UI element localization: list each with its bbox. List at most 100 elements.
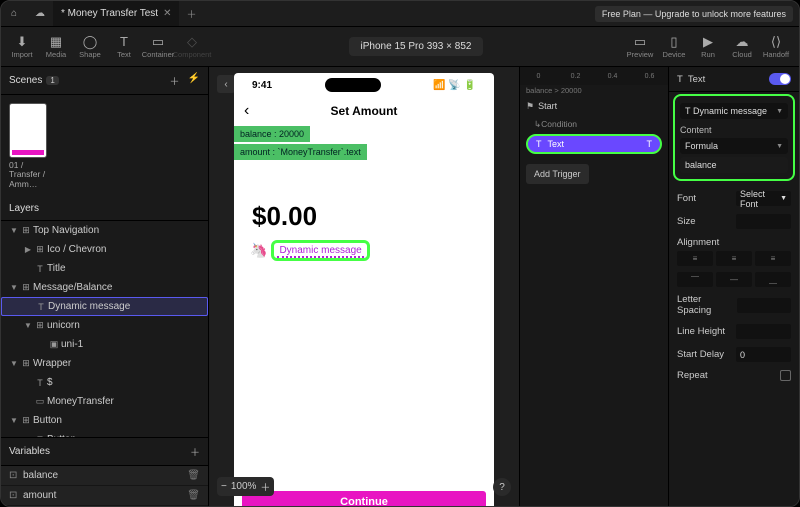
timeline-condition-row[interactable]: ↳ Condition [520, 116, 668, 132]
zoom-in-icon[interactable]: ＋ [260, 479, 270, 494]
layer-row[interactable]: ▼⊞Wrapper [1, 354, 208, 373]
alignment-label: Alignment [677, 237, 719, 248]
media-tool[interactable]: ▦Media [39, 34, 73, 59]
size-field: Size [669, 210, 799, 233]
line-height-input[interactable] [736, 324, 791, 339]
font-select[interactable]: Select Font▼ [736, 191, 791, 206]
continue-button[interactable]: Continue [242, 491, 486, 506]
handoff-icon: ⟨⟩ [771, 34, 781, 49]
layers-header: Layers [1, 197, 208, 221]
device-tool[interactable]: ▯Device [657, 34, 691, 59]
zoom-out-icon[interactable]: − [221, 481, 227, 492]
device-icon: ▯ [670, 34, 677, 49]
tab-document[interactable]: * Money Transfer Test ✕ [53, 1, 179, 26]
canvas[interactable]: ‹ ⊞ 9:41 📶 📡 🔋 ‹ Set Amount balance : 20… [209, 67, 519, 506]
new-tab-button[interactable]: ＋ [179, 6, 203, 21]
align-top-button[interactable]: ⎺ [677, 272, 713, 287]
layer-row[interactable]: T$ [1, 373, 208, 392]
dynamic-message-selection[interactable]: Dynamic message [271, 240, 369, 261]
close-icon[interactable]: ✕ [163, 8, 171, 19]
unicorn-icon: 🦄 [250, 242, 267, 259]
shape-icon: ◯ [83, 34, 98, 49]
delete-icon[interactable]: 🗑 [187, 470, 200, 481]
handoff-tool[interactable]: ⟨⟩Handoff [759, 34, 793, 59]
canvas-back-button[interactable]: ‹ [217, 75, 235, 93]
align-left-button[interactable]: ≡ [677, 251, 713, 266]
cloud-tool[interactable]: ☁Cloud [725, 34, 759, 59]
letter-spacing-input[interactable] [737, 298, 791, 313]
flag-icon: ⚑ [526, 101, 534, 112]
zoom-control[interactable]: − 100% ＋ [217, 477, 274, 496]
run-tool[interactable]: ▶Run [691, 34, 725, 59]
align-bottom-button[interactable]: ⎽ [755, 272, 791, 287]
formula-input[interactable]: balance [680, 157, 788, 173]
dynamic-message-text: Dynamic message [277, 245, 363, 258]
component-icon: ◇ [187, 34, 197, 49]
line-height-field: Line Height [669, 320, 799, 343]
bolt-icon[interactable]: ⚡ [188, 73, 200, 88]
repeat-checkbox[interactable] [780, 370, 791, 381]
text-icon: T [536, 139, 542, 149]
chevron-down-icon: ▼ [776, 108, 783, 115]
align-center-button[interactable]: ≡ [716, 251, 752, 266]
timeline-start-row[interactable]: ⚑Start [520, 96, 668, 116]
container-icon: ▭ [152, 34, 164, 49]
scenes-count: 1 [46, 76, 58, 85]
variable-row[interactable]: ⊡balance🗑 [1, 466, 208, 486]
layer-row[interactable]: ▼⊞Top Navigation [1, 221, 208, 240]
upgrade-banner[interactable]: Free Plan — Upgrade to unlock more featu… [595, 6, 793, 22]
chevron-down-icon: ▼ [780, 195, 787, 202]
size-input[interactable] [736, 214, 791, 229]
scene-thumb[interactable]: 01 / Transfer / Amm… [9, 103, 49, 189]
help-button[interactable]: ? [493, 478, 511, 496]
zoom-value: 100% [231, 481, 257, 492]
align-middle-button[interactable]: ― [716, 272, 752, 287]
cloud-icon: ☁ [27, 8, 53, 19]
back-chevron-icon[interactable]: ‹ [234, 102, 270, 120]
variable-row[interactable]: ⊡amount🗑 [1, 486, 208, 506]
preview-tool[interactable]: ▭Preview [623, 34, 657, 59]
layer-row[interactable]: TDynamic message [1, 297, 208, 316]
home-icon[interactable]: ⌂ [1, 8, 27, 19]
var-pill-amount: amount : `MoneyTransfer`.text [234, 144, 367, 160]
layers-tree: ▼⊞Top Navigation▶⊞Ico / ChevronTTitle▼⊞M… [1, 221, 208, 437]
font-field: FontSelect Font▼ [669, 187, 799, 210]
status-icons: 📶 📡 🔋 [433, 80, 476, 91]
variables-header: Variables ＋ [1, 438, 208, 466]
layer-row[interactable]: ▼⊞Message/Balance [1, 278, 208, 297]
timeline-text-action[interactable]: T Text T [526, 134, 662, 154]
text-icon: T [120, 34, 128, 49]
layer-row[interactable]: ▼⊞unicorn [1, 316, 208, 335]
delete-icon[interactable]: 🗑 [187, 490, 200, 501]
preview-icon: ▭ [634, 34, 646, 49]
start-delay-field: Start Delay0 [669, 343, 799, 366]
content-mode-dropdown[interactable]: Formula▼ [680, 138, 788, 154]
shape-tool[interactable]: ◯Shape [73, 34, 107, 59]
layer-row[interactable]: ▣uni-1 [1, 335, 208, 354]
var-pill-balance: balance : 20000 [234, 126, 310, 142]
layer-row[interactable]: ▭MoneyTransfer [1, 392, 208, 411]
component-tool[interactable]: ◇Component [175, 34, 209, 59]
text-value-dropdown[interactable]: T Dynamic message▼ [680, 103, 788, 119]
container-tool[interactable]: ▭Container [141, 34, 175, 59]
add-trigger-button[interactable]: Add Trigger [526, 164, 589, 184]
add-scene-icon[interactable]: ＋ [170, 73, 180, 88]
layer-row[interactable]: TButton [1, 430, 208, 437]
device-selector[interactable]: iPhone 15 Pro 393 × 852 [349, 37, 484, 56]
text-tool[interactable]: TText [107, 34, 141, 59]
phone-frame: 9:41 📶 📡 🔋 ‹ Set Amount balance : 20000 … [234, 73, 494, 506]
add-variable-icon[interactable]: ＋ [190, 444, 200, 459]
status-time: 9:41 [252, 80, 272, 91]
screen-title: Set Amount [270, 104, 494, 118]
start-delay-input[interactable]: 0 [736, 347, 791, 362]
timeline-subruler: balance > 20000 [520, 85, 668, 96]
layer-row[interactable]: ▶⊞Ico / Chevron [1, 240, 208, 259]
align-right-button[interactable]: ≡ [755, 251, 791, 266]
import-tool[interactable]: ⬇Import [5, 34, 39, 59]
inspector-toggle[interactable] [769, 73, 791, 85]
layer-row[interactable]: ▼⊞Button [1, 411, 208, 430]
cloud-icon: ☁ [736, 34, 749, 49]
layer-row[interactable]: TTitle [1, 259, 208, 278]
scene-name: 01 / Transfer / Amm… [9, 161, 49, 189]
import-icon: ⬇ [17, 34, 28, 49]
